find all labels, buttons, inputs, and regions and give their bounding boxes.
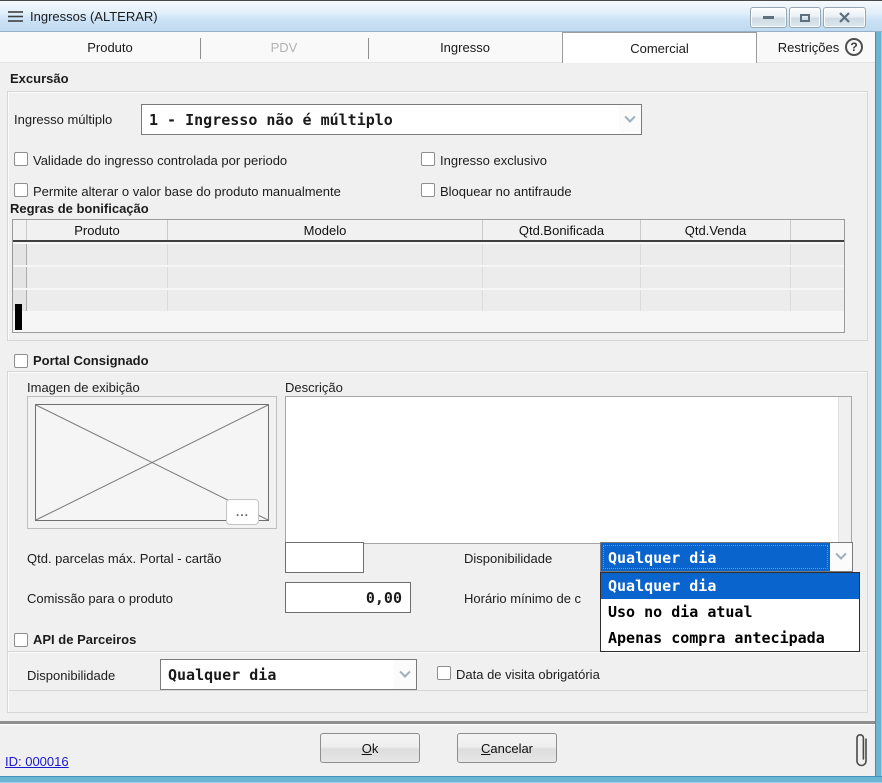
- bloquear-antifraude-checkbox[interactable]: [421, 183, 435, 197]
- tab-comercial[interactable]: Comercial: [562, 32, 757, 63]
- grid-selector-header: [13, 220, 27, 240]
- ingresso-exclusivo-label: Ingresso exclusivo: [440, 153, 547, 168]
- portal-consignado-checkbox[interactable]: [14, 354, 28, 368]
- ok-button[interactable]: Ok: [320, 733, 420, 763]
- tab-comercial-label: Comercial: [630, 41, 689, 56]
- window-border-right: [875, 32, 882, 783]
- cancel-button-label: Cancelar: [481, 741, 533, 756]
- grid-col-modelo[interactable]: Modelo: [168, 220, 483, 240]
- data-visita-checkbox[interactable]: [437, 666, 451, 680]
- descricao-scrollbar[interactable]: [838, 397, 851, 543]
- record-id-link[interactable]: ID: 000016: [5, 754, 69, 769]
- descricao-label: Descrição: [285, 380, 343, 395]
- window-title: Ingressos (ALTERAR): [30, 9, 158, 24]
- disponibilidade-portal-label: Disponibilidade: [464, 551, 552, 566]
- disponibilidade-api-select[interactable]: Qualquer dia: [160, 659, 417, 690]
- help-icon[interactable]: ?: [845, 38, 863, 56]
- ingresso-exclusivo-checkbox[interactable]: [421, 152, 435, 166]
- tab-pdv: PDV: [200, 32, 368, 63]
- tab-pdv-label: PDV: [271, 40, 298, 55]
- tab-produto[interactable]: Produto: [20, 32, 200, 63]
- imagem-exibicao-label: Imagen de exibição: [27, 380, 140, 395]
- data-visita-label: Data de visita obrigatória: [456, 667, 600, 682]
- parcelas-input[interactable]: [285, 542, 364, 573]
- grid-row[interactable]: [13, 267, 844, 288]
- ok-button-label: Ok: [362, 741, 379, 756]
- api-parceiros-label: API de Parceiros: [33, 632, 136, 647]
- parcelas-label: Qtd. parcelas máx. Portal - cartão: [27, 551, 221, 566]
- dropdown-option-uso-dia-atual[interactable]: Uso no dia atual: [601, 599, 859, 625]
- grid-col-extra: [791, 220, 844, 240]
- minimize-button[interactable]: [750, 7, 787, 28]
- maximize-button[interactable]: [789, 7, 821, 28]
- comissao-label: Comissão para o produto: [27, 591, 173, 606]
- excursao-title: Excursão: [10, 71, 69, 86]
- disponibilidade-portal-select[interactable]: Qualquer dia: [600, 542, 853, 572]
- tab-restricoes-label: Restrições: [778, 40, 839, 55]
- tab-ingresso[interactable]: Ingresso: [368, 32, 562, 63]
- bloquear-antifraude-label: Bloquear no antifraude: [440, 184, 572, 199]
- bonificacao-title: Regras de bonificação: [10, 201, 149, 216]
- title-bar[interactable]: Ingressos (ALTERAR): [0, 1, 882, 32]
- descricao-textarea[interactable]: [285, 396, 852, 544]
- disponibilidade-api-label: Disponibilidade: [27, 668, 115, 683]
- tab-ingresso-label: Ingresso: [440, 40, 490, 55]
- dropdown-option-qualquer-dia[interactable]: Qualquer dia: [601, 573, 859, 599]
- browse-image-button[interactable]: ...: [226, 499, 259, 525]
- grid-row[interactable]: [13, 244, 844, 265]
- permite-alterar-label: Permite alterar o valor base do produto …: [33, 184, 341, 199]
- horario-minimo-label: Horário mínimo de c: [464, 591, 581, 606]
- portal-consignado-label: Portal Consignado: [33, 353, 149, 368]
- ingresso-multiplo-value: 1 - Ingresso não é múltiplo: [142, 105, 619, 134]
- api-groupbox: [7, 651, 868, 713]
- imagem-exibicao-frame: ...: [27, 396, 277, 529]
- dropdown-option-compra-antecipada[interactable]: Apenas compra antecipada: [601, 625, 859, 651]
- validade-checkbox[interactable]: [14, 152, 28, 166]
- chevron-down-icon[interactable]: [619, 105, 641, 134]
- minimize-icon: [763, 16, 774, 19]
- maximize-icon: [800, 14, 810, 22]
- permite-alterar-checkbox[interactable]: [14, 183, 28, 197]
- tab-bar: Produto PDV Ingresso Comercial Restriçõe…: [0, 32, 875, 63]
- api-parceiros-checkbox[interactable]: [14, 633, 28, 647]
- paperclip-icon[interactable]: [851, 729, 873, 773]
- disponibilidade-dropdown-list: Qualquer dia Uso no dia atual Apenas com…: [600, 572, 860, 652]
- chevron-down-icon[interactable]: [394, 660, 416, 689]
- disponibilidade-api-value: Qualquer dia: [161, 660, 394, 689]
- dialog-window: Ingressos (ALTERAR) Produto PDV Ingresso…: [0, 0, 882, 783]
- cancel-button[interactable]: Cancelar: [457, 733, 557, 763]
- app-menu-icon[interactable]: [8, 10, 23, 23]
- validade-checkbox-label: Validade do ingresso controlada por peri…: [33, 153, 287, 168]
- grid-col-produto[interactable]: Produto: [27, 220, 168, 240]
- ingresso-multiplo-select[interactable]: 1 - Ingresso não é múltiplo: [141, 104, 642, 135]
- chevron-down-icon[interactable]: [830, 543, 852, 571]
- grid-col-qtd-bonificada[interactable]: Qtd.Bonificada: [483, 220, 641, 240]
- ingresso-multiplo-label: Ingresso múltiplo: [14, 112, 112, 127]
- tab-produto-label: Produto: [87, 40, 133, 55]
- close-button[interactable]: [823, 7, 866, 28]
- grid-caret: [15, 304, 22, 330]
- grid-header-row: Produto Modelo Qtd.Bonificada Qtd.Venda: [13, 220, 844, 242]
- close-icon: [839, 12, 850, 23]
- comissao-input[interactable]: 0,00: [285, 582, 411, 613]
- bonificacao-grid: Produto Modelo Qtd.Bonificada Qtd.Venda: [12, 219, 845, 333]
- grid-col-qtd-venda[interactable]: Qtd.Venda: [641, 220, 791, 240]
- footer-separator-highlight: [0, 724, 876, 725]
- disponibilidade-portal-value: Qualquer dia: [601, 543, 830, 571]
- window-border-bottom: [0, 776, 882, 783]
- grid-row[interactable]: [13, 290, 844, 311]
